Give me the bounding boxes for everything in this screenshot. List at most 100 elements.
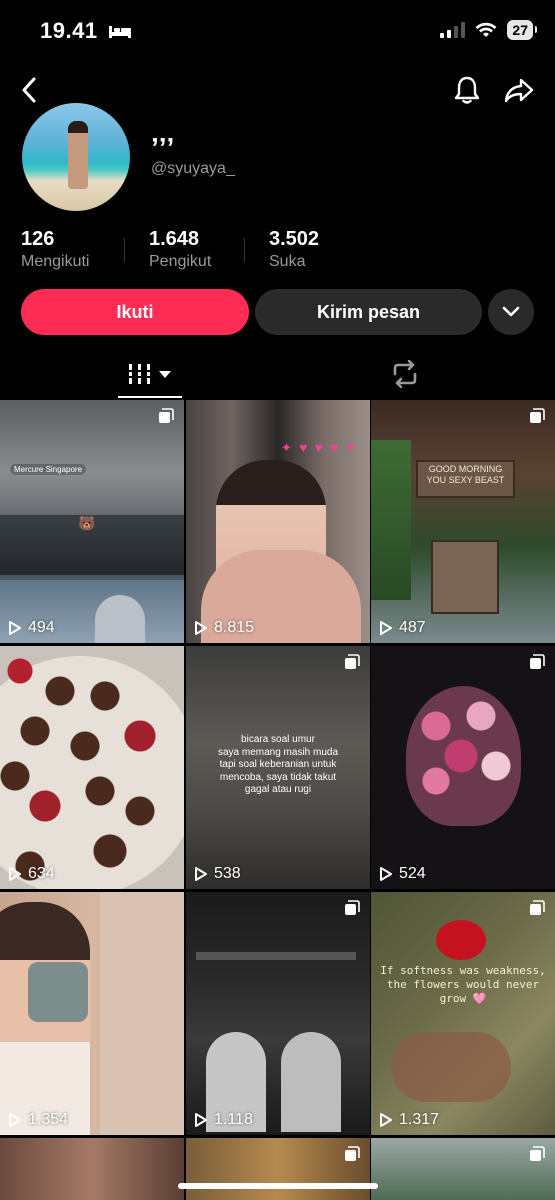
view-count-text: 1.354: [28, 1111, 69, 1128]
view-count-text: 538: [214, 865, 241, 882]
battery-indicator: 27: [507, 20, 537, 40]
view-count: 634: [8, 865, 55, 883]
video-tile-9[interactable]: If softness was weakness, the flowers wo…: [371, 892, 555, 1135]
view-count-text: 8.815: [214, 619, 255, 636]
view-count-text: 524: [399, 865, 426, 882]
stat-following-count: 126: [21, 228, 55, 250]
video-tile-11[interactable]: [186, 1138, 370, 1200]
share-button[interactable]: [502, 74, 536, 106]
tile-leg-right: [281, 1032, 341, 1132]
chevron-left-icon: [22, 77, 36, 103]
stat-likes-label: Suka: [269, 253, 306, 270]
multi-image-icon: [345, 654, 360, 669]
video-tile-7[interactable]: 1.354: [0, 892, 184, 1135]
avatar-figure: [68, 121, 88, 189]
wooden-sign: GOOD MORNING YOU SEXY BEAST: [416, 460, 515, 498]
chevron-down-icon: [502, 306, 520, 317]
play-icon: [380, 867, 392, 881]
tile-phone: [28, 962, 88, 1022]
tile-rose: [436, 920, 486, 960]
follow-button[interactable]: Ikuti: [21, 289, 249, 335]
stat-likes-count: 3.502: [269, 228, 320, 250]
wifi-icon: [475, 22, 497, 37]
active-tab-indicator: [118, 396, 182, 398]
tile-plants: [371, 440, 411, 600]
more-options-button[interactable]: [488, 289, 534, 335]
video-grid: Mercure Singapore 🐻 494 ✦ ♥ ♥ ♥ ✦ 8.815 …: [0, 400, 555, 1200]
video-tile-1[interactable]: Mercure Singapore 🐻 494: [0, 400, 184, 643]
notification-button[interactable]: [450, 74, 484, 106]
stat-likes: 3.502 Suka: [269, 228, 319, 271]
tile-tv: [196, 952, 356, 960]
play-icon: [9, 867, 21, 881]
view-count-text: 487: [399, 619, 426, 636]
video-tile-4[interactable]: 634: [0, 646, 184, 889]
view-count: 1.354: [8, 1111, 68, 1129]
stat-followers[interactable]: 1.648 Pengikut: [149, 228, 211, 271]
profile-avatar[interactable]: [22, 103, 130, 211]
view-count-text: 634: [28, 865, 55, 882]
back-button[interactable]: [14, 74, 44, 106]
view-count: 494: [8, 619, 55, 637]
stat-divider: [124, 238, 125, 262]
multi-image-icon: [530, 1146, 545, 1161]
multi-image-icon: [530, 408, 545, 423]
stat-following[interactable]: 126 Mengikuti: [21, 228, 89, 271]
view-count-text: 494: [28, 619, 55, 636]
video-tile-6[interactable]: 524: [371, 646, 555, 889]
location-sticker: Mercure Singapore: [10, 464, 87, 475]
play-icon: [9, 1113, 21, 1127]
multi-image-icon: [530, 900, 545, 915]
cellular-signal-icon: [440, 22, 466, 38]
play-icon: [380, 1113, 392, 1127]
play-icon: [195, 621, 207, 635]
play-icon: [9, 621, 21, 635]
repost-icon: [393, 360, 417, 388]
stat-following-label: Mengikuti: [21, 253, 90, 270]
multi-image-icon: [345, 1146, 360, 1161]
view-count-text: 1.317: [399, 1111, 440, 1128]
message-button[interactable]: Kirim pesan: [255, 289, 482, 335]
video-tile-10[interactable]: [0, 1138, 184, 1200]
stat-followers-label: Pengikut: [149, 253, 212, 270]
tile-hand: [391, 1032, 511, 1102]
share-arrow-icon: [504, 78, 534, 103]
tab-reposts[interactable]: [385, 357, 425, 391]
play-icon: [195, 867, 207, 881]
video-tile-2[interactable]: ✦ ♥ ♥ ♥ ✦ 8.815: [186, 400, 370, 643]
status-time: 19.41: [40, 18, 132, 44]
bed-icon: [109, 26, 132, 38]
video-caption: If softness was weakness, the flowers wo…: [380, 964, 546, 1005]
view-count: 524: [379, 865, 426, 883]
tile-wall: [100, 892, 184, 1135]
play-icon: [195, 1113, 207, 1127]
username: @syuyaya_: [151, 160, 235, 177]
video-tile-3[interactable]: GOOD MORNING YOU SEXY BEAST 487: [371, 400, 555, 643]
video-tile-5[interactable]: bicara soal umur saya memang masih muda …: [186, 646, 370, 889]
home-indicator[interactable]: [178, 1183, 378, 1189]
bell-icon: [454, 76, 480, 104]
view-count: 487: [379, 619, 426, 637]
heart-filter: ✦ ♥ ♥ ♥ ✦: [281, 440, 359, 455]
status-indicators: 27: [439, 20, 537, 40]
beach-sign: [431, 540, 499, 614]
tile-bouquet: [406, 686, 521, 826]
view-count: 538: [194, 865, 241, 883]
bear-sticker: 🐻: [78, 515, 96, 531]
multi-image-icon: [159, 408, 174, 423]
play-icon: [380, 621, 392, 635]
tab-videos[interactable]: [118, 357, 182, 391]
tile-strawberries: [0, 646, 184, 889]
view-count: 1.118: [194, 1111, 253, 1129]
video-tile-12[interactable]: [371, 1138, 555, 1200]
video-tile-8[interactable]: 1.118: [186, 892, 370, 1135]
grid-videos-icon: [129, 364, 171, 384]
tile-leg: [95, 595, 145, 643]
view-count-text: 1.118: [214, 1111, 253, 1128]
video-caption: bicara soal umur saya memang masih muda …: [217, 734, 339, 795]
view-count: 8.815: [194, 619, 254, 637]
multi-image-icon: [530, 654, 545, 669]
view-count: 1.317: [379, 1111, 439, 1129]
multi-image-icon: [345, 900, 360, 915]
stat-divider: [244, 238, 245, 262]
